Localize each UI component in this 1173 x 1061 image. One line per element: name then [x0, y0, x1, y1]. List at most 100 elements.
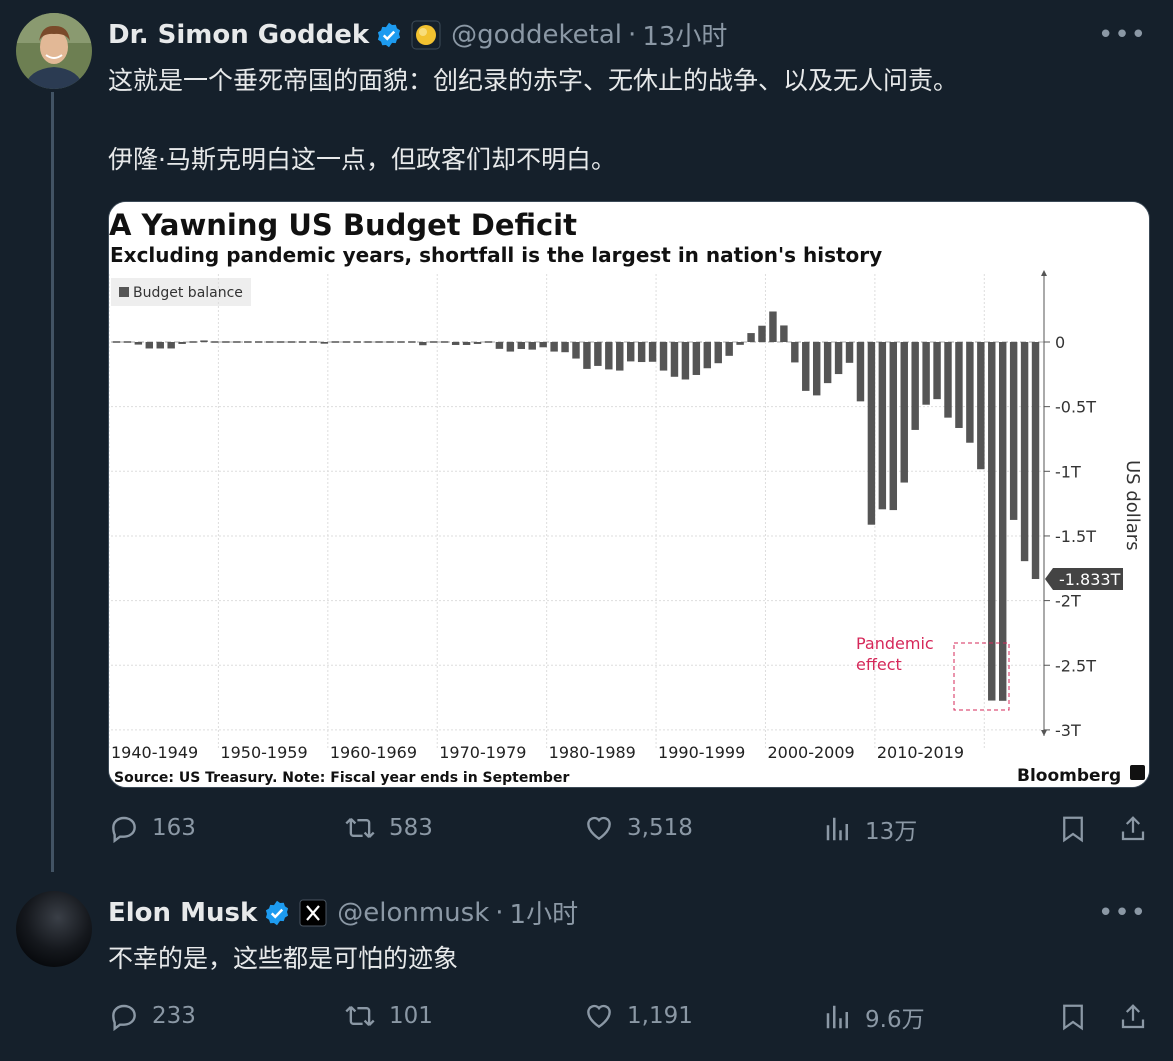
bar-1998 — [747, 333, 755, 342]
tweet-header: Elon Musk @elonmusk · 1小时 — [108, 894, 578, 931]
views-button[interactable]: 13万 — [823, 812, 917, 846]
chart-image[interactable]: A Yawning US Budget Deficit Excluding pa… — [108, 201, 1150, 788]
author-name[interactable]: Elon Musk — [108, 898, 257, 928]
x-affiliation-icon[interactable] — [299, 899, 327, 927]
chart-source: Source: US Treasury. Note: Fiscal year e… — [114, 770, 569, 786]
bar-2014 — [922, 342, 930, 405]
bar-1997 — [736, 342, 744, 345]
bar-1993 — [692, 342, 701, 375]
bar-1958 — [309, 341, 318, 343]
bar-1984 — [594, 342, 602, 366]
bar-1982 — [572, 342, 580, 359]
reply-button[interactable]: 163 — [108, 812, 196, 844]
reply-button[interactable]: 233 — [108, 1000, 196, 1032]
bar-1974 — [484, 341, 493, 343]
author-handle[interactable]: @goddeketal — [451, 20, 622, 50]
bar-2019 — [977, 342, 985, 470]
bar-1969 — [430, 341, 438, 343]
views-button[interactable]: 9.6万 — [823, 1000, 925, 1034]
legend-label: Budget balance — [133, 285, 243, 301]
like-count: 3,518 — [627, 815, 693, 841]
x-tick-label: 2010-2019 — [877, 743, 964, 762]
bar-1983 — [583, 342, 591, 369]
bar-2007 — [845, 342, 854, 363]
share-button[interactable] — [1118, 1000, 1160, 1034]
bar-2009 — [867, 342, 876, 525]
verified-badge-icon[interactable] — [375, 21, 403, 49]
bar-2004 — [812, 342, 821, 396]
bar-2010 — [878, 342, 887, 510]
bar-2011 — [889, 342, 898, 511]
x-tick-label: 1970-1979 — [439, 743, 526, 762]
bar-2000 — [769, 311, 777, 342]
heart-icon — [587, 816, 611, 841]
budget-deficit-chart: A Yawning US Budget Deficit Excluding pa… — [109, 202, 1149, 787]
heart-icon — [587, 1004, 611, 1029]
x-tick-label: 1990-1999 — [658, 743, 745, 762]
share-button[interactable] — [1118, 812, 1160, 846]
bar-1991 — [670, 342, 679, 377]
retweet-count: 583 — [389, 815, 433, 841]
y-tick-label: -1T — [1055, 462, 1081, 481]
bar-2001 — [780, 325, 788, 342]
pandemic-annotation-line-1: Pandemic — [856, 634, 934, 653]
bar-1986 — [616, 342, 624, 371]
bar-1960 — [331, 341, 340, 343]
bookmark-icon — [1063, 1004, 1083, 1031]
bar-2016 — [944, 342, 952, 418]
y-axis-label: US dollars — [1122, 460, 1143, 551]
like-button[interactable]: 1,191 — [583, 1000, 693, 1032]
y-tick-label: -0.5T — [1055, 398, 1096, 417]
bar-1985 — [605, 342, 613, 370]
bar-1951 — [233, 341, 241, 343]
tweet-time[interactable]: 13小时 — [642, 16, 727, 53]
tweet-time[interactable]: 1小时 — [510, 894, 579, 931]
bar-2013 — [911, 342, 919, 430]
bar-2023 — [1020, 342, 1029, 562]
bookmark-button[interactable] — [1058, 812, 1100, 846]
affiliation-badge-icon[interactable] — [411, 20, 441, 50]
bar-1943 — [145, 342, 154, 349]
bar-1980 — [550, 342, 558, 352]
like-button[interactable]: 3,518 — [583, 812, 693, 844]
author-name[interactable]: Dr. Simon Goddek — [108, 20, 369, 50]
bar-1995 — [714, 342, 722, 364]
reply-count: 233 — [152, 1003, 196, 1029]
bar-1964 — [375, 341, 383, 343]
bar-1950 — [222, 341, 230, 343]
legend-swatch — [119, 287, 129, 297]
bar-1990 — [659, 342, 668, 371]
tweet-elonmusk[interactable]: Elon Musk @elonmusk · 1小时 ••• 不幸的是，这些都是可… — [0, 872, 1173, 1061]
bar-2006 — [834, 342, 843, 375]
views-chart-icon — [826, 817, 848, 841]
bar-1999 — [758, 325, 766, 342]
bar-2003 — [802, 342, 810, 391]
retweet-count: 101 — [389, 1003, 433, 1029]
last-value-label: -1.833T — [1059, 570, 1121, 589]
reply-icon — [112, 816, 136, 844]
x-tick-label: 1950-1959 — [220, 743, 307, 762]
bar-1953 — [254, 341, 263, 343]
bar-1977 — [517, 342, 526, 349]
verified-badge-icon[interactable] — [263, 899, 291, 927]
tweet-actions: 163 583 3,518 13万 — [108, 812, 1149, 852]
bar-1981 — [561, 342, 569, 353]
tweet-goddek[interactable]: Dr. Simon Goddek @goddeketal · 13小时 ••• … — [0, 0, 1173, 882]
avatar-goddek[interactable] — [16, 13, 92, 89]
retweet-button[interactable]: 101 — [343, 1000, 433, 1032]
more-options-icon[interactable]: ••• — [1098, 898, 1147, 928]
author-handle[interactable]: @elonmusk — [337, 898, 489, 928]
bar-2018 — [966, 342, 974, 443]
bar-1957 — [298, 341, 307, 343]
retweet-icon — [345, 818, 375, 838]
more-options-icon[interactable]: ••• — [1098, 20, 1147, 50]
bar-1946 — [178, 342, 186, 344]
avatar-elonmusk[interactable] — [16, 891, 92, 967]
bookmark-button[interactable] — [1058, 1000, 1100, 1034]
bar-1967 — [408, 341, 416, 343]
tweet-text-line-2: 伊隆·马斯克明白这一点，但政客们却不明白。 — [108, 145, 616, 174]
x-tick-label: 1980-1989 — [549, 743, 636, 762]
reply-icon — [112, 1004, 136, 1032]
bar-1945 — [167, 342, 175, 349]
retweet-button[interactable]: 583 — [343, 812, 433, 844]
